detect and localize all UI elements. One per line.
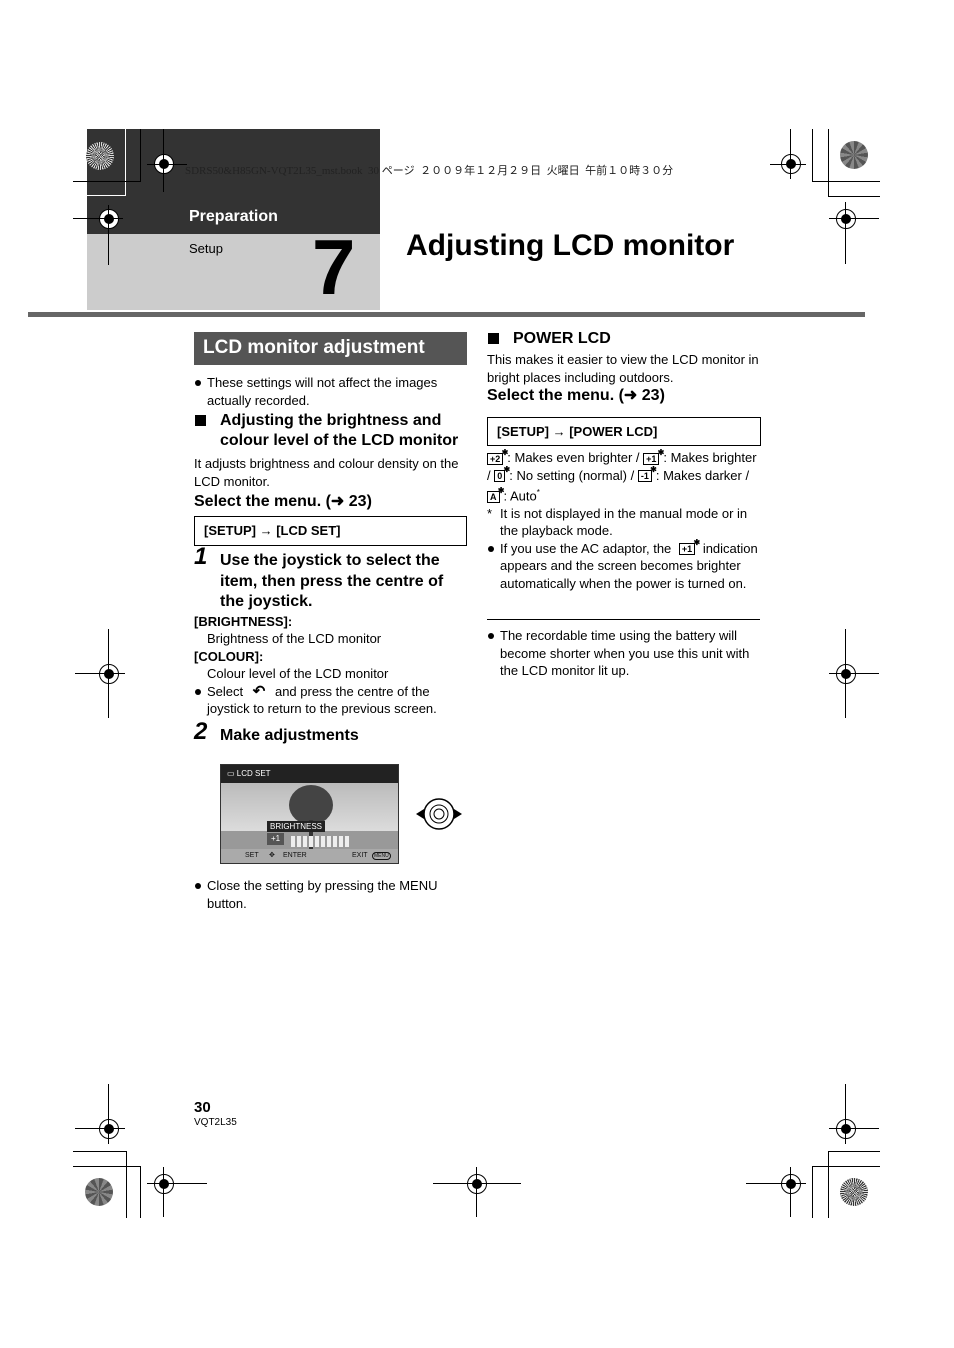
step-1: 1 Use the joystick to select the item, t… — [194, 543, 444, 610]
chapter-number: 7 — [312, 223, 355, 311]
power-lcd-plus2-icon: +2 — [487, 448, 509, 465]
registration-mark-icon — [154, 1174, 174, 1194]
battery-note-block: The recordable time using the battery wi… — [487, 627, 762, 680]
left-column: These settings will not affect the image… — [194, 374, 469, 511]
item-brightness-desc: Brightness of the LCD monitor — [207, 631, 382, 646]
square-bullet-icon — [195, 415, 206, 426]
lcd-screen-illustration: ▭ LCD SET BRIGHTNESS +1 SET ✥ ENTER EXIT… — [220, 764, 399, 864]
step-2-number: 2 — [194, 717, 208, 745]
step-1-number: 1 — [194, 543, 208, 570]
right-column: POWER LCD This makes it easier to view t… — [487, 329, 762, 405]
close-note: Close the setting by pressing the MENU b… — [194, 877, 469, 912]
left-steps: 1 Use the joystick to select the item, t… — [194, 543, 469, 746]
lcd-brightness-value: +1 — [267, 833, 285, 845]
power-lcd-desc: This makes it easier to view the LCD mon… — [487, 352, 759, 385]
item-colour-desc: Colour level of the LCD monitor — [207, 666, 389, 681]
color-target-icon — [86, 142, 114, 170]
power-lcd-option-list: +2: Makes even brighter / +1: Makes brig… — [487, 448, 762, 505]
menu-button-icon: MENU — [372, 852, 391, 860]
power-lcd-heading: POWER LCD — [487, 329, 762, 349]
return-note: Select ↶ and press the centre of the joy… — [194, 683, 469, 718]
header-divider — [28, 312, 865, 317]
joystick-small-icon: ✥ — [269, 852, 275, 859]
close-note-block: Close the setting by pressing the MENU b… — [194, 877, 469, 912]
step-2: 2 Make adjustments — [194, 717, 359, 745]
note-settings: These settings will not affect the image… — [194, 374, 469, 409]
item-brightness-label: [BRIGHTNESS]: — [194, 613, 293, 629]
section-label: Preparation — [189, 208, 278, 225]
registration-mark-icon — [781, 1174, 801, 1194]
ac-adaptor-note: If you use the AC adaptor, the +1 indica… — [487, 538, 762, 593]
registration-mark-icon — [99, 209, 119, 229]
power-lcd-auto-icon: A — [487, 486, 504, 503]
model-code: VQT2L35 — [194, 1117, 237, 1128]
separator-line — [487, 619, 760, 620]
select-menu-right: Select the menu. (➜ 23) — [487, 387, 665, 404]
lcd-brightness-label: BRIGHTNESS — [267, 821, 326, 832]
power-lcd-plus1-icon: +1 — [643, 448, 665, 465]
brightness-desc: It adjusts brightness and colour density… — [194, 456, 459, 489]
color-target-icon — [85, 1178, 113, 1206]
registration-mark-icon — [99, 664, 119, 684]
power-lcd-minus1-icon: -1 — [637, 465, 657, 483]
page-number: 30 — [194, 1099, 211, 1116]
section-title-box: LCD monitor adjustment — [194, 332, 467, 365]
power-lcd-plus1-icon: +1 — [678, 538, 701, 556]
menu-path-power-lcd: [SETUP] → [POWER LCD] — [487, 417, 761, 446]
registration-mark-icon — [467, 1174, 487, 1194]
square-bullet-icon — [488, 333, 499, 344]
lcd-bottom-bar: SET ✥ ENTER EXIT MENU — [221, 849, 398, 863]
registration-mark-icon — [836, 209, 856, 229]
color-target-icon — [840, 141, 868, 169]
book-info: SDRS50&H85GN-VQT2L35_mst.book 30 ページ ２００… — [185, 165, 674, 177]
power-lcd-zero-icon: 0 — [494, 465, 510, 483]
footnote: * It is not displayed in the manual mode… — [487, 505, 748, 539]
lcd-tree — [289, 785, 333, 825]
item-colour-label: [COLOUR]: — [194, 648, 264, 664]
menu-path-lcd-set: [SETUP] → [LCD SET] — [194, 516, 467, 546]
brightness-heading: Adjusting the brightness and colour leve… — [194, 411, 469, 451]
color-target-icon — [840, 1178, 868, 1206]
page-title: Adjusting LCD monitor — [406, 229, 735, 262]
subsection-label: Setup — [189, 241, 223, 256]
registration-mark-icon — [836, 664, 856, 684]
battery-note: The recordable time using the battery wi… — [487, 627, 762, 680]
registration-mark-icon — [99, 1119, 119, 1139]
select-menu-left: Select the menu. (➜ 23) — [194, 493, 372, 510]
registration-mark-icon — [836, 1119, 856, 1139]
return-icon: ↶ — [252, 682, 266, 700]
power-lcd-options: +2: Makes even brighter / +1: Makes brig… — [487, 448, 762, 593]
lcd-title-bar: ▭ LCD SET — [221, 765, 398, 783]
joystick-left-right-icon — [416, 797, 462, 831]
